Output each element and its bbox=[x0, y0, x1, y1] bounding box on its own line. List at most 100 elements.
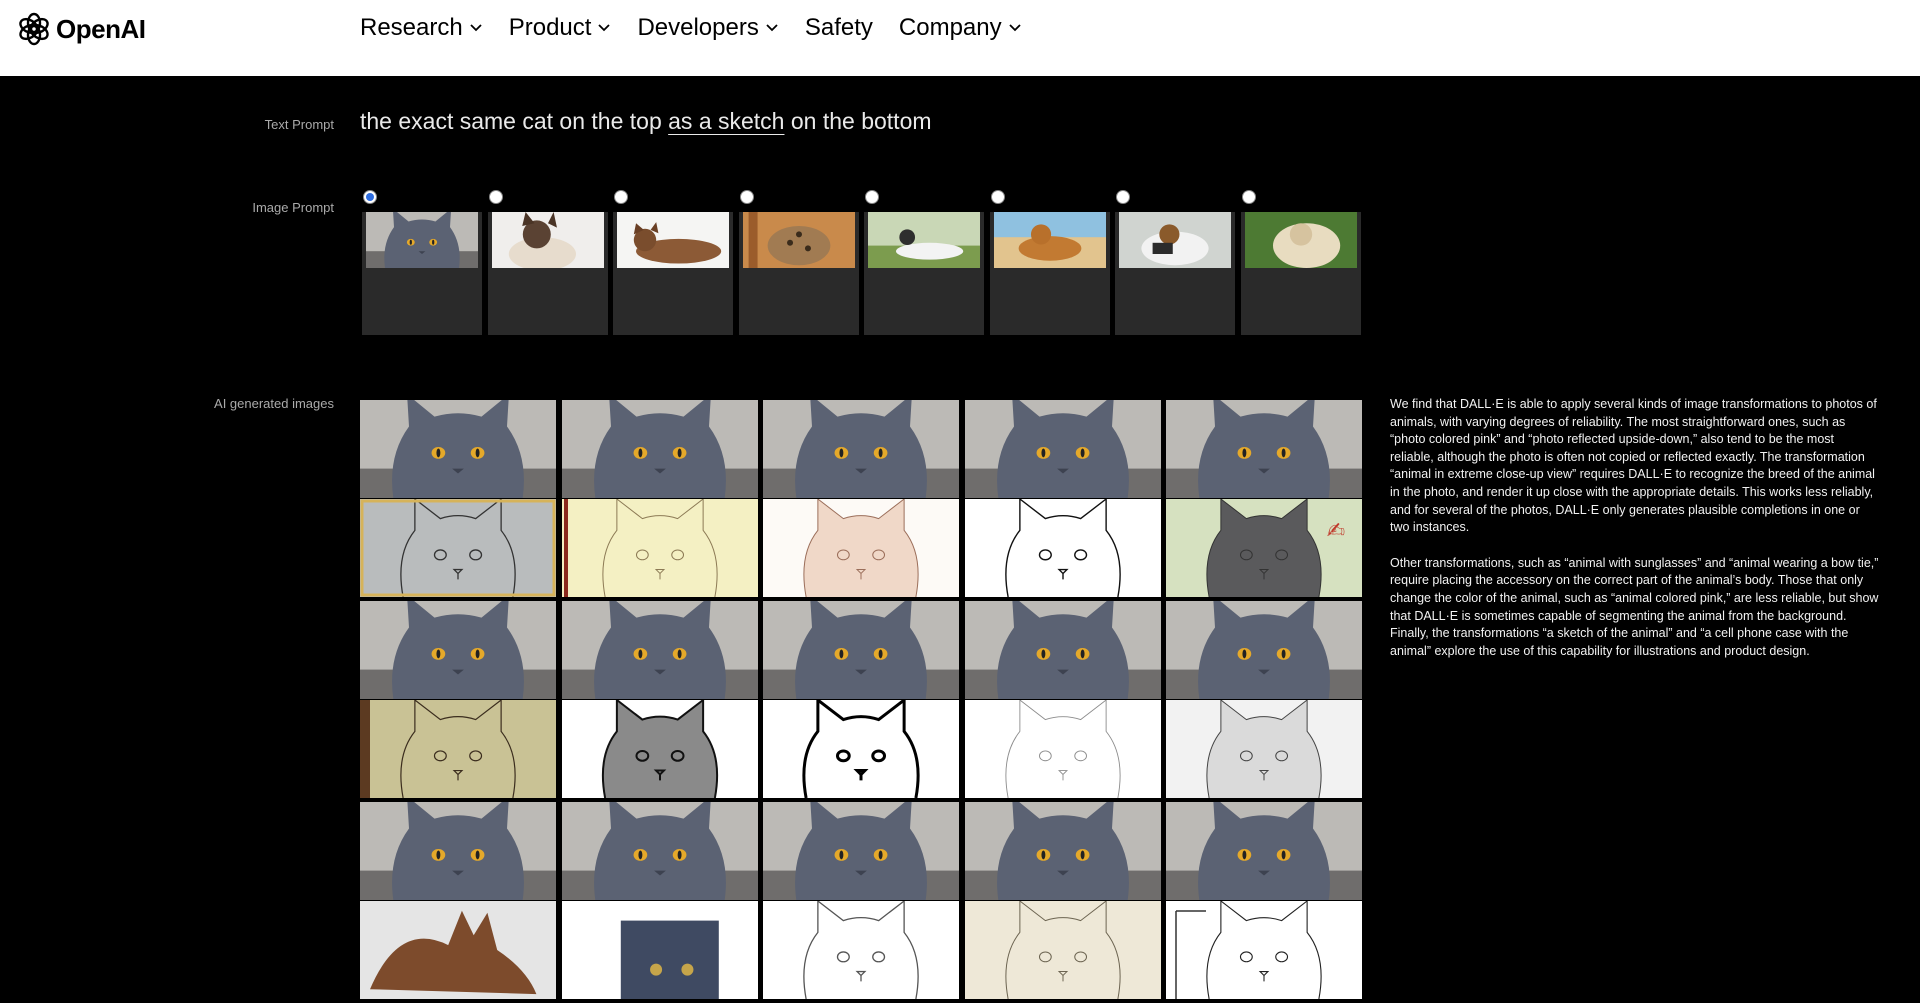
generated-image-photo bbox=[360, 601, 556, 699]
generated-image-photo bbox=[360, 400, 556, 498]
generated-image-sketch-bold-outline bbox=[763, 700, 960, 798]
generated-image-sketch-beige-minimal bbox=[964, 901, 1161, 999]
radio-button[interactable] bbox=[990, 190, 1005, 204]
generated-image-sketch-grey-pencil bbox=[360, 499, 556, 597]
cat-sketch-image bbox=[1166, 700, 1363, 798]
grey-cat-photo-image bbox=[763, 400, 960, 498]
grey-cat-photo-image bbox=[964, 400, 1161, 498]
radio-button[interactable] bbox=[1241, 190, 1256, 204]
cat-sketch-image bbox=[561, 901, 758, 999]
generated-image-photo bbox=[561, 601, 758, 699]
generated-image-photo bbox=[561, 802, 758, 900]
generated-image-sketch-khaki-doodle bbox=[360, 700, 556, 798]
siamese-cat-image bbox=[491, 212, 604, 268]
grey-cat-photo-image bbox=[964, 802, 1161, 900]
grey-cat-photo-image bbox=[360, 802, 556, 900]
image-prompt-option-siamese-cat[interactable] bbox=[486, 190, 608, 335]
description-paragraph-2: Other transformations, such as “animal w… bbox=[1390, 555, 1879, 658]
brand-name: OpenAI bbox=[56, 13, 146, 44]
cat-sketch-image bbox=[763, 700, 960, 798]
grey-cat-image bbox=[366, 212, 478, 268]
text-prompt: the exact same cat on the top as a sketc… bbox=[360, 108, 932, 135]
radio-button[interactable] bbox=[1116, 190, 1130, 204]
cat-sketch-image bbox=[964, 700, 1161, 798]
generated-image-sketch-line-outline bbox=[964, 499, 1161, 597]
bengal-cat-image bbox=[742, 212, 855, 268]
radio-button[interactable] bbox=[614, 190, 628, 204]
generated-image-photo bbox=[360, 802, 556, 900]
grey-cat-photo-image bbox=[561, 601, 758, 699]
image-prompt-option-whippet-dog[interactable] bbox=[862, 190, 984, 335]
prompt-sketch-link[interactable]: as a sketch bbox=[668, 108, 784, 134]
text-prompt-label: Text Prompt bbox=[264, 117, 334, 132]
image-prompt-option-grey-cat[interactable] bbox=[360, 190, 482, 335]
nav-company[interactable]: Company bbox=[899, 14, 1022, 42]
generated-image-photo bbox=[763, 802, 960, 900]
image-prompt-option-terrier-dog[interactable] bbox=[1113, 190, 1235, 335]
radio-button[interactable] bbox=[363, 190, 377, 204]
tabby-cat-lying-image bbox=[617, 212, 729, 268]
generated-image-sketch-ink-crosshatch bbox=[561, 700, 758, 798]
image-prompt-thumbnail[interactable] bbox=[738, 212, 859, 335]
radio-button[interactable] bbox=[865, 190, 879, 204]
main-nav: Research Product Developers Safety Company bbox=[360, 12, 1048, 44]
image-prompt-thumbnail[interactable] bbox=[487, 212, 608, 335]
generated-image-sketch-watercolor bbox=[763, 499, 960, 597]
openai-logo[interactable]: OpenAI bbox=[16, 11, 146, 47]
image-prompt-thumbnail[interactable] bbox=[989, 212, 1110, 335]
radio-button[interactable] bbox=[739, 190, 754, 204]
radio-button[interactable] bbox=[488, 190, 503, 204]
generated-image-photo bbox=[964, 802, 1161, 900]
cat-sketch-image bbox=[360, 901, 556, 999]
whippet-dog-image bbox=[868, 212, 980, 268]
chevron-down-icon bbox=[470, 24, 482, 32]
nav-safety[interactable]: Safety bbox=[805, 14, 873, 42]
image-prompt-label: Image Prompt bbox=[252, 200, 334, 215]
chevron-down-icon bbox=[766, 24, 778, 32]
nav-label: Developers bbox=[637, 14, 759, 41]
image-prompt-option-shih-tzu-dog[interactable] bbox=[1239, 190, 1361, 335]
nav-research[interactable]: Research bbox=[360, 14, 483, 42]
grey-cat-photo-image bbox=[561, 400, 758, 498]
generated-image-sketch-grey-shaded bbox=[1166, 700, 1363, 798]
generated-image-photo bbox=[561, 400, 758, 498]
image-prompt-thumbnail[interactable] bbox=[362, 212, 482, 335]
cat-sketch-image bbox=[561, 700, 758, 798]
generated-image-photo bbox=[964, 400, 1161, 498]
openai-logo-icon bbox=[19, 12, 49, 46]
ai-generated-images-label: AI generated images bbox=[214, 396, 334, 411]
image-prompt-option-tabby-cat-lying[interactable] bbox=[611, 190, 733, 335]
generated-image-sketch-soft-outline bbox=[763, 901, 960, 999]
top-navigation-bar: OpenAI Research Product Developers Safety Co… bbox=[0, 0, 1920, 76]
terrier-dog-image bbox=[1119, 212, 1231, 268]
grey-cat-photo-image bbox=[1166, 601, 1363, 699]
chevron-down-icon bbox=[598, 24, 611, 32]
cat-sketch-image bbox=[1166, 901, 1363, 999]
nav-product[interactable]: Product bbox=[509, 14, 612, 42]
generated-image-sketch-dark-photo bbox=[561, 901, 758, 999]
generated-image-photo bbox=[1166, 601, 1363, 699]
cat-sketch-image bbox=[763, 499, 960, 597]
generated-image-photo bbox=[1166, 400, 1363, 498]
image-prompt-thumbnail[interactable] bbox=[1240, 212, 1361, 335]
generated-image-sketch-yellow-pencil bbox=[561, 499, 758, 597]
nav-label: Safety bbox=[804, 14, 873, 41]
image-prompt-option-golden-dog-beach[interactable] bbox=[988, 190, 1110, 335]
grey-cat-photo-image bbox=[763, 601, 960, 699]
generated-image-photo bbox=[1166, 802, 1363, 900]
cat-sketch-image bbox=[964, 499, 1161, 597]
image-prompt-option-bengal-cat[interactable] bbox=[737, 190, 859, 335]
nav-label: Product bbox=[508, 14, 592, 41]
image-prompt-thumbnail[interactable] bbox=[613, 212, 733, 335]
nav-label: Research bbox=[360, 14, 463, 41]
nav-developers[interactable]: Developers bbox=[637, 14, 778, 42]
cat-sketch-image bbox=[964, 901, 1161, 999]
grey-cat-photo-image bbox=[360, 400, 556, 498]
grey-cat-photo-image bbox=[964, 601, 1161, 699]
image-prompt-thumbnail[interactable] bbox=[1115, 212, 1235, 335]
shih-tzu-dog-image bbox=[1244, 212, 1357, 268]
image-prompt-thumbnail[interactable] bbox=[864, 212, 984, 335]
generated-image-photo bbox=[763, 400, 960, 498]
grey-cat-photo-image bbox=[763, 802, 960, 900]
grey-cat-photo-image bbox=[1166, 802, 1363, 900]
